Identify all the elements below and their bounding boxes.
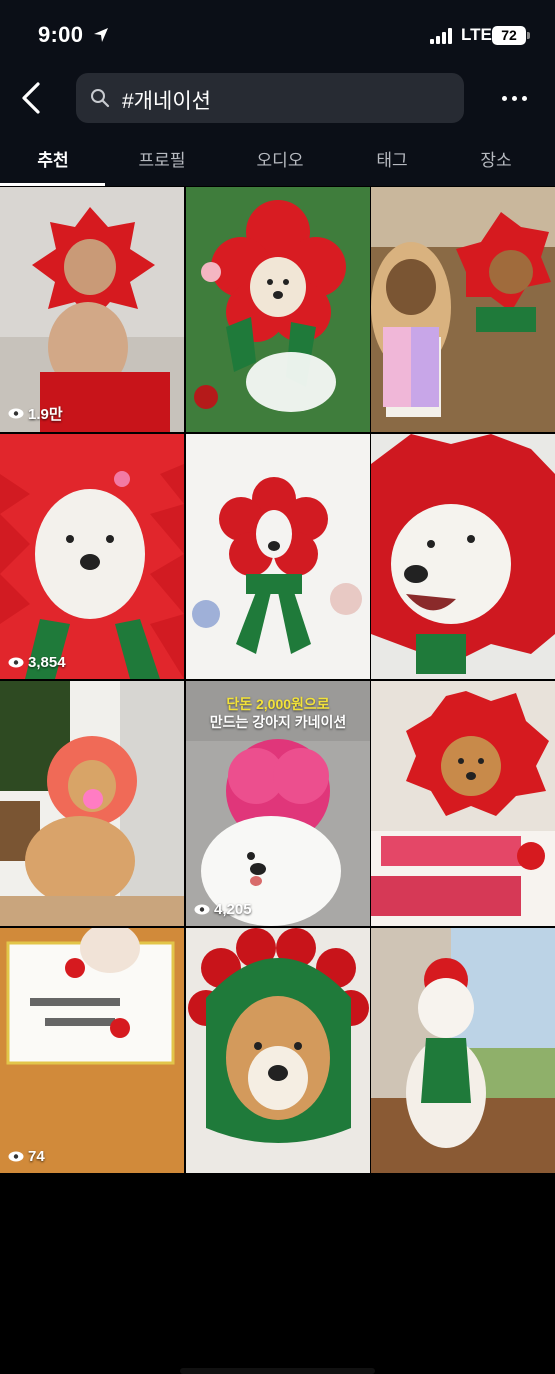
dog-flower-thumbnail xyxy=(371,434,555,679)
home-indicator xyxy=(180,1368,375,1374)
grid-tile[interactable] xyxy=(0,681,184,926)
dog-flower-thumbnail xyxy=(0,681,184,926)
grid-tile[interactable]: 단돈 2,000원으로 만드는 강아지 카네이션 4,205 xyxy=(186,681,370,926)
tab-places[interactable]: 장소 xyxy=(480,146,511,171)
search-header: #개네이션 xyxy=(0,70,555,130)
results-grid: 1.9만 3,854 단돈 2,000원으로 만드는 강아지 카네이션 4,20… xyxy=(0,187,555,1374)
eye-icon xyxy=(8,408,24,419)
grid-tile[interactable] xyxy=(371,187,555,432)
tab-active-indicator xyxy=(0,183,105,186)
battery-icon: 72 xyxy=(492,26,526,45)
view-count-text: 1.9만 xyxy=(28,406,63,423)
view-count-text: 74 xyxy=(28,1148,45,1165)
status-time: 9:00 xyxy=(38,22,84,47)
view-count: 1.9만 xyxy=(8,403,63,424)
view-count: 4,205 xyxy=(194,901,252,918)
grid-tile[interactable] xyxy=(371,434,555,679)
grid-tile[interactable] xyxy=(371,928,555,1173)
dog-flower-thumbnail xyxy=(371,681,555,926)
view-count: 3,854 xyxy=(8,654,66,671)
eye-icon xyxy=(8,657,24,668)
flower-collar-thumbnail xyxy=(186,434,370,679)
more-icon[interactable] xyxy=(498,88,532,108)
eye-icon xyxy=(194,904,210,915)
video-title-line2: 만드는 강아지 카네이션 xyxy=(209,714,347,730)
signal-icon xyxy=(430,28,456,44)
dog-flower-thumbnail xyxy=(186,187,370,432)
dog-flower-thumbnail xyxy=(0,434,184,679)
network-label: LTE xyxy=(461,25,492,44)
eye-icon xyxy=(8,1151,24,1162)
dog-flower-thumbnail xyxy=(186,928,370,1173)
video-title: 단돈 2,000원으로 만드는 강아지 카네이션 xyxy=(186,695,370,731)
tab-audio[interactable]: 오디오 xyxy=(257,146,304,171)
grid-tile[interactable]: 74 xyxy=(0,928,184,1173)
tab-profile[interactable]: 프로필 xyxy=(139,146,186,171)
battery-tip xyxy=(527,32,530,39)
dog-flower-thumbnail xyxy=(371,187,555,432)
back-chevron-icon[interactable] xyxy=(16,78,50,118)
card-thumbnail xyxy=(0,928,184,1173)
grid-tile[interactable]: 1.9만 xyxy=(0,187,184,432)
view-count: 74 xyxy=(8,1148,45,1165)
grid-tile[interactable] xyxy=(186,187,370,432)
view-count-text: 4,205 xyxy=(214,901,252,918)
dog-flower-thumbnail xyxy=(0,187,184,432)
tab-bar: 추천 프로필 오디오 태그 장소 xyxy=(0,130,555,186)
tab-recommended[interactable]: 추천 xyxy=(37,146,68,171)
grid-tile[interactable] xyxy=(371,681,555,926)
status-bar: 9:00 LTE 72 xyxy=(0,0,555,70)
search-query: #개네이션 xyxy=(122,90,211,113)
search-icon xyxy=(91,89,110,108)
grid-tile[interactable] xyxy=(186,434,370,679)
dog-flower-thumbnail xyxy=(371,928,555,1173)
search-input[interactable]: #개네이션 xyxy=(76,73,464,123)
location-arrow-icon xyxy=(94,28,108,42)
video-title-line1: 단돈 2,000원으로 xyxy=(226,696,330,712)
grid-tile[interactable] xyxy=(186,928,370,1173)
grid-tile[interactable]: 3,854 xyxy=(0,434,184,679)
view-count-text: 3,854 xyxy=(28,654,66,671)
tab-tags[interactable]: 태그 xyxy=(376,146,407,171)
